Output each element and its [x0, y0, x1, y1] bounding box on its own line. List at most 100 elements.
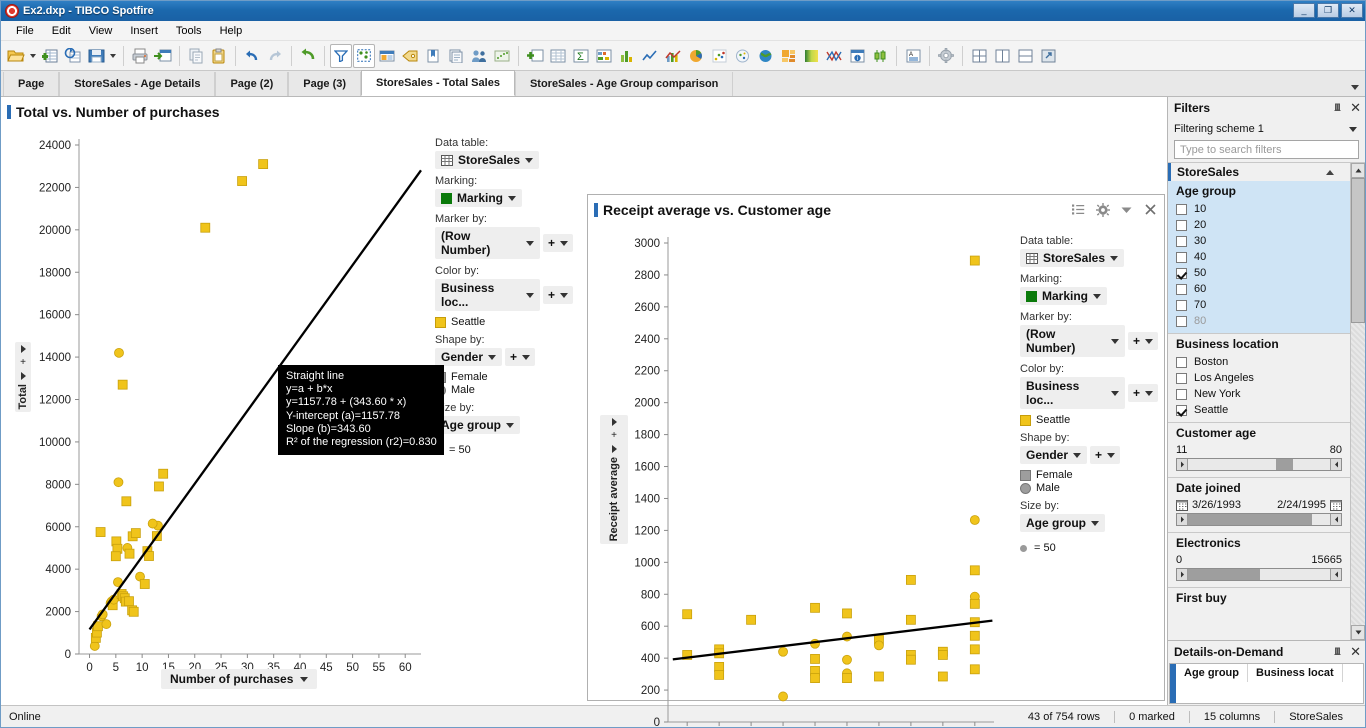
- calendar-icon[interactable]: [1176, 499, 1188, 511]
- slider-left-handle[interactable]: [1177, 569, 1188, 580]
- pie-chart-icon[interactable]: [685, 44, 707, 68]
- scroll-down-button[interactable]: [1351, 625, 1365, 640]
- filter-item-seattle[interactable]: Seattle: [1168, 402, 1350, 418]
- slider-track[interactable]: [1188, 569, 1330, 580]
- electronics-range-slider[interactable]: [1176, 568, 1342, 581]
- pin-icon[interactable]: [1333, 103, 1342, 114]
- copy-icon[interactable]: [185, 44, 207, 68]
- legend-toggle-icon[interactable]: [1071, 202, 1086, 217]
- chevron-down-icon[interactable]: [1349, 126, 1357, 132]
- chevron-down-icon[interactable]: [1145, 338, 1153, 344]
- page-tab-storesales-age-group-comparison[interactable]: StoreSales - Age Group comparison: [514, 72, 734, 96]
- filter-item-age-20[interactable]: 20: [1168, 217, 1350, 233]
- chevron-down-icon[interactable]: [1107, 452, 1116, 458]
- left-color-legend-item-seattle[interactable]: Seattle: [435, 316, 573, 328]
- chevron-down-icon[interactable]: [506, 422, 514, 428]
- right-color-by-dropdown[interactable]: Business loc...: [1020, 377, 1125, 409]
- page-tab-page[interactable]: Page: [3, 72, 60, 96]
- save-dropdown-arrow[interactable]: [108, 44, 118, 68]
- filter-icon[interactable]: [330, 43, 352, 68]
- checkbox[interactable]: [1176, 388, 1187, 400]
- checkbox[interactable]: [1176, 219, 1187, 231]
- left-marking-dropdown[interactable]: Marking: [435, 189, 523, 207]
- chevron-down-icon[interactable]: [488, 354, 497, 360]
- filter-item-age-10[interactable]: 10: [1168, 201, 1350, 217]
- chevron-down-icon[interactable]: [525, 240, 534, 246]
- checkbox[interactable]: [1176, 404, 1187, 416]
- chevron-down-icon[interactable]: [1110, 255, 1119, 261]
- filter-item-boston[interactable]: Boston: [1168, 354, 1350, 370]
- slider-left-handle[interactable]: [1177, 514, 1188, 525]
- chevron-down-icon[interactable]: [560, 292, 568, 298]
- close-button[interactable]: ✕: [1341, 3, 1363, 18]
- chevron-down-icon[interactable]: [522, 354, 531, 360]
- data-relationships-icon[interactable]: [491, 44, 513, 68]
- line-chart-icon[interactable]: [639, 44, 661, 68]
- save-icon[interactable]: [85, 44, 107, 68]
- close-icon[interactable]: ✕: [1350, 645, 1361, 658]
- collaboration-icon[interactable]: [468, 44, 490, 68]
- checkbox[interactable]: [1176, 251, 1187, 263]
- menu-insert[interactable]: Insert: [121, 23, 167, 39]
- pin-icon[interactable]: [1333, 647, 1342, 658]
- right-plot-area[interactable]: 0 200 400 600 800 1000 1200 1400 1600 1800 2000 220…: [588, 225, 1014, 728]
- settings-gear-icon[interactable]: [1095, 202, 1110, 217]
- filter-item-age-60[interactable]: 60: [1168, 281, 1350, 297]
- chevron-down-icon[interactable]: [1091, 520, 1099, 526]
- tags-icon[interactable]: [399, 44, 421, 68]
- checkbox[interactable]: [1176, 267, 1187, 279]
- right-color-legend-item-seattle[interactable]: Seattle: [1020, 414, 1158, 426]
- combination-chart-icon[interactable]: [662, 44, 684, 68]
- slider-track[interactable]: [1188, 514, 1330, 525]
- layout-stack-icon[interactable]: [1014, 44, 1036, 68]
- redo-icon[interactable]: [264, 44, 286, 68]
- checkbox[interactable]: [1176, 372, 1187, 384]
- minimize-button[interactable]: _: [1293, 3, 1315, 18]
- heat-map-icon[interactable]: [800, 44, 822, 68]
- menu-edit[interactable]: Edit: [43, 23, 80, 39]
- left-shape-legend-male[interactable]: Male: [435, 384, 573, 396]
- treemap-icon[interactable]: [777, 44, 799, 68]
- open-file-dropdown-arrow[interactable]: [28, 44, 38, 68]
- text-area-icon[interactable]: A: [902, 44, 924, 68]
- chevron-down-icon[interactable]: [560, 240, 568, 246]
- filter-item-age-70[interactable]: 70: [1168, 297, 1350, 313]
- new-visualization-icon[interactable]: [524, 44, 546, 68]
- cross-table-icon[interactable]: Σ: [570, 44, 592, 68]
- reset-filters-icon[interactable]: [297, 44, 319, 68]
- open-file-icon[interactable]: [5, 44, 27, 68]
- left-size-by-dropdown[interactable]: Age group: [435, 416, 520, 434]
- slider-right-handle[interactable]: [1330, 569, 1341, 580]
- chevron-down-icon[interactable]: [1093, 293, 1102, 299]
- layout-grid-icon[interactable]: [968, 44, 990, 68]
- right-color-by-add[interactable]: +: [1127, 384, 1158, 402]
- filter-item-age-50[interactable]: 50: [1168, 265, 1350, 281]
- checkbox[interactable]: [1176, 356, 1187, 368]
- chevron-down-icon[interactable]: [508, 195, 517, 201]
- left-x-axis-selector[interactable]: Number of purchases: [161, 669, 318, 689]
- export-icon[interactable]: [152, 44, 174, 68]
- layout-side-icon[interactable]: [991, 44, 1013, 68]
- details-column-business-location[interactable]: Business locat: [1248, 664, 1343, 682]
- close-icon[interactable]: ✕: [1350, 101, 1361, 114]
- chevron-down-icon[interactable]: [525, 292, 534, 298]
- scrollbar-track[interactable]: [1351, 323, 1365, 625]
- lists-icon[interactable]: [445, 44, 467, 68]
- right-size-by-dropdown[interactable]: Age group: [1020, 514, 1105, 532]
- slider-track[interactable]: [1188, 459, 1330, 470]
- left-shape-legend-female[interactable]: Female: [435, 371, 573, 383]
- bar-chart-icon[interactable]: [616, 44, 638, 68]
- paste-icon[interactable]: [208, 44, 230, 68]
- kpi-chart-icon[interactable]: i: [846, 44, 868, 68]
- scroll-up-button[interactable]: [1351, 163, 1365, 178]
- page-tab-page-3[interactable]: Page (3): [288, 72, 362, 96]
- reload-data-icon[interactable]: [62, 44, 84, 68]
- menu-view[interactable]: View: [80, 23, 122, 39]
- chevron-down-icon[interactable]: [1110, 390, 1119, 396]
- properties-gear-icon[interactable]: [935, 44, 957, 68]
- box-plot-icon[interactable]: [869, 44, 891, 68]
- restore-button[interactable]: ❐: [1317, 3, 1339, 18]
- right-shape-by-add[interactable]: +: [1090, 446, 1121, 464]
- right-data-table-dropdown[interactable]: StoreSales: [1020, 249, 1125, 267]
- more-tabs-arrow-icon[interactable]: [1351, 85, 1359, 90]
